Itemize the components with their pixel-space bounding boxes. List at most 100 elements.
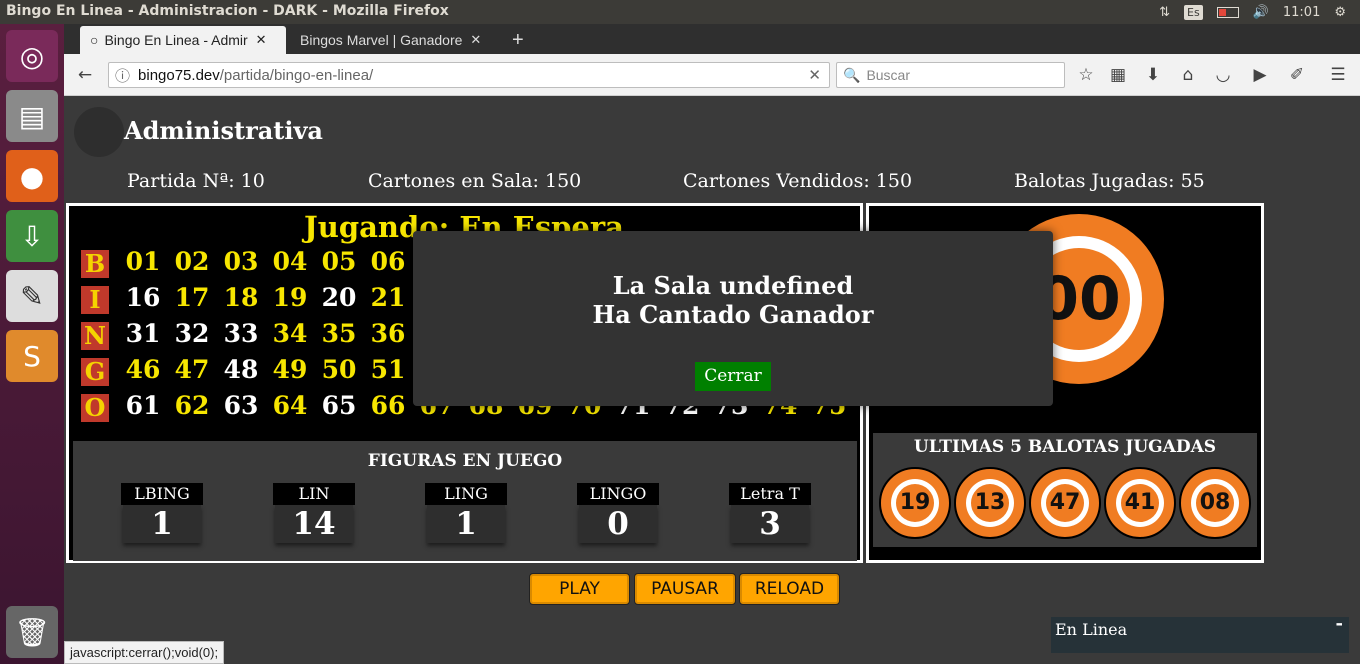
menu-icon[interactable]: ☰ bbox=[1327, 64, 1349, 86]
firefox-icon[interactable]: ● bbox=[6, 150, 58, 202]
page-title: Administrativa bbox=[124, 116, 323, 145]
last-ball: 19 bbox=[879, 467, 951, 539]
pocket-icon[interactable]: ◡ bbox=[1212, 64, 1234, 86]
files-icon[interactable]: ▤ bbox=[6, 90, 58, 142]
tab-bingos-marvel[interactable]: Bingos Marvel | Ganadore ✕ bbox=[290, 26, 496, 54]
reading-list-icon[interactable]: ▦ bbox=[1107, 64, 1129, 86]
volume-icon[interactable]: 🔊 bbox=[1253, 5, 1269, 20]
bingo-letter: N bbox=[81, 322, 109, 350]
ball-ring: 41 bbox=[1116, 479, 1164, 527]
figura-label: LIN bbox=[273, 483, 355, 505]
bingo-number: 50 bbox=[321, 355, 357, 384]
bingo-number: 32 bbox=[174, 319, 210, 348]
bingo-number: 47 bbox=[174, 355, 210, 384]
bingo-number: 02 bbox=[174, 247, 210, 276]
bingo-number: 64 bbox=[272, 391, 308, 420]
figura-card: LBING 1 bbox=[121, 483, 203, 543]
last-ball: 13 bbox=[954, 467, 1026, 539]
figura-value: 0 bbox=[579, 505, 657, 543]
keyboard-indicator[interactable]: Es bbox=[1184, 4, 1203, 20]
figura-card: Letra T 3 bbox=[729, 483, 811, 543]
url-host: bingo75.dev bbox=[138, 66, 220, 84]
bingo-number: 33 bbox=[223, 319, 259, 348]
stat-cartones-vendidos: Cartones Vendidos: 150 bbox=[683, 170, 913, 192]
figura-label: LBING bbox=[121, 483, 203, 505]
bingo-letter: I bbox=[81, 286, 109, 314]
office-icon[interactable]: ✎ bbox=[6, 270, 58, 322]
bingo-number: 36 bbox=[370, 319, 406, 348]
figura-value: 1 bbox=[427, 505, 505, 543]
bingo-letter: O bbox=[81, 394, 109, 422]
pause-button[interactable]: PAUSAR bbox=[635, 574, 735, 604]
url-bar[interactable]: ⓘ bingo75.dev /partida/bingo-en-linea/ ✕ bbox=[108, 62, 830, 88]
ball-ring: 19 bbox=[891, 479, 939, 527]
bingo-number: 19 bbox=[272, 283, 308, 312]
close-tab-icon[interactable]: ✕ bbox=[256, 32, 267, 48]
youtube-icon[interactable]: ▶ bbox=[1249, 64, 1271, 86]
installer-icon[interactable]: ⇩ bbox=[6, 210, 58, 262]
last-ball-number: 41 bbox=[1121, 484, 1159, 522]
search-placeholder: Buscar bbox=[866, 67, 911, 83]
bingo-number: 51 bbox=[370, 355, 406, 384]
ball-ring: 13 bbox=[966, 479, 1014, 527]
loading-icon: ○ bbox=[90, 32, 99, 48]
sublime-text-icon[interactable]: S bbox=[6, 330, 58, 382]
trash-icon[interactable]: 🗑 bbox=[6, 606, 58, 658]
download-icon[interactable]: ⬇ bbox=[1142, 64, 1164, 86]
network-icon[interactable]: ⇅ bbox=[1159, 5, 1170, 20]
launcher: ◎ ▤ ● ⇩ ✎ S 🗑 bbox=[0, 24, 64, 664]
last-balls-title: ULTIMAS 5 BALOTAS JUGADAS bbox=[913, 437, 1217, 457]
bingo-number: 35 bbox=[321, 319, 357, 348]
reload-button[interactable]: RELOAD bbox=[740, 574, 839, 604]
last-ball-number: 08 bbox=[1196, 484, 1234, 522]
tab-bingo-admin[interactable]: ○ Bingo En Linea - Admir ✕ bbox=[80, 26, 286, 54]
bingo-number: 65 bbox=[321, 391, 357, 420]
chat-label: En Linea bbox=[1055, 620, 1128, 639]
clock[interactable]: 11:01 bbox=[1283, 5, 1320, 20]
last-ball-number: 13 bbox=[971, 484, 1009, 522]
ball-ring: 08 bbox=[1191, 479, 1239, 527]
bookmark-star-icon[interactable]: ☆ bbox=[1075, 64, 1097, 86]
search-icon: 🔍 bbox=[843, 66, 861, 83]
figura-card: LIN 14 bbox=[273, 483, 355, 543]
close-tab-icon[interactable]: ✕ bbox=[470, 32, 481, 48]
info-icon[interactable]: ⓘ bbox=[115, 65, 130, 86]
bingo-number: 16 bbox=[125, 283, 161, 312]
home-icon[interactable]: ⌂ bbox=[1177, 64, 1199, 86]
modal-message-line1: La Sala undefined bbox=[612, 271, 854, 300]
tab-label: Bingo En Linea - Admir bbox=[104, 32, 248, 48]
gear-icon[interactable]: ⚙ bbox=[1334, 5, 1346, 20]
admin-avatar bbox=[74, 107, 124, 157]
close-modal-button[interactable]: Cerrar bbox=[695, 362, 771, 391]
new-tab-button[interactable]: + bbox=[502, 26, 534, 54]
winner-modal: La Sala undefined Ha Cantado Ganador Cer… bbox=[413, 231, 1053, 406]
nav-bar: ← ⓘ bingo75.dev /partida/bingo-en-linea/… bbox=[64, 54, 1360, 96]
bingo-letter: B bbox=[81, 250, 109, 278]
figura-value: 1 bbox=[123, 505, 201, 543]
search-input[interactable]: 🔍 Buscar bbox=[836, 62, 1065, 88]
stat-cartones-sala: Cartones en Sala: 150 bbox=[368, 170, 582, 192]
bingo-number: 46 bbox=[125, 355, 161, 384]
figura-card: LINGO 0 bbox=[577, 483, 659, 543]
bingo-number: 31 bbox=[125, 319, 161, 348]
minimize-chat-button[interactable]: - bbox=[1336, 613, 1343, 634]
ubuntu-logo-icon[interactable]: ◎ bbox=[6, 30, 58, 82]
bingo-number: 17 bbox=[174, 283, 210, 312]
back-icon[interactable]: ← bbox=[74, 64, 96, 86]
last-ball: 41 bbox=[1104, 467, 1176, 539]
bingo-number: 06 bbox=[370, 247, 406, 276]
chat-widget[interactable]: En Linea - bbox=[1051, 613, 1349, 653]
play-button[interactable]: PLAY bbox=[530, 574, 629, 604]
bingo-number: 61 bbox=[125, 391, 161, 420]
bingo-number: 49 bbox=[272, 355, 308, 384]
figuras-title: FIGURAS EN JUEGO bbox=[367, 451, 563, 471]
clear-url-icon[interactable]: ✕ bbox=[808, 66, 821, 84]
url-path: /partida/bingo-en-linea/ bbox=[219, 66, 374, 84]
bingo-number: 20 bbox=[321, 283, 357, 312]
battery-icon[interactable] bbox=[1216, 6, 1239, 18]
figura-value: 3 bbox=[731, 505, 809, 543]
bingo-letter: G bbox=[81, 358, 109, 386]
last-ball: 47 bbox=[1029, 467, 1101, 539]
stat-balotas-jugadas: Balotas Jugadas: 55 bbox=[1014, 170, 1205, 192]
eyedropper-icon[interactable]: ✐ bbox=[1286, 64, 1308, 86]
